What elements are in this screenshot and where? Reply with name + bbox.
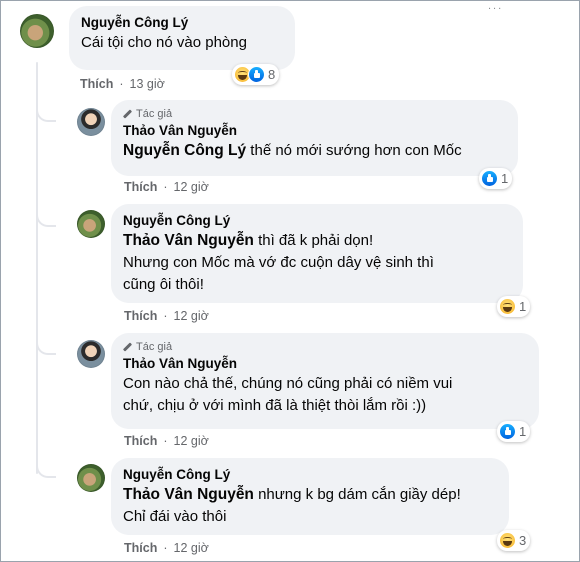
mention-link[interactable]: Nguyễn Công Lý <box>123 142 246 159</box>
like-icon <box>248 66 265 83</box>
author-name[interactable]: Nguyễn Công Lý <box>81 14 283 32</box>
comment-text-line: Nhưng con Mốc mà vớ đc cuộn dây vệ sinh … <box>123 254 434 271</box>
comment-bubble: Tác giả Thảo Vân Nguyễn Con nào chả thế,… <box>111 333 539 429</box>
reaction-count: 1 <box>501 171 509 186</box>
author-badge: Tác giả <box>123 341 527 353</box>
separator: · <box>163 309 168 323</box>
pen-icon <box>123 110 132 119</box>
like-button[interactable]: Thích <box>124 180 157 194</box>
separator: · <box>163 434 168 448</box>
like-icon <box>481 170 498 187</box>
avatar[interactable] <box>77 464 105 492</box>
reaction-summary[interactable]: 1 <box>497 296 531 317</box>
author-name[interactable]: Thảo Vân Nguyễn <box>123 355 527 373</box>
like-icon <box>499 423 516 440</box>
pen-icon <box>123 343 132 352</box>
timestamp[interactable]: 12 giờ <box>174 541 209 555</box>
comment-text-body: thì đã k phải dọn! <box>253 232 374 249</box>
author-name[interactable]: Nguyễn Công Lý <box>123 466 497 484</box>
author-badge-label: Tác giả <box>136 108 173 120</box>
avatar[interactable] <box>20 14 54 48</box>
reaction-summary[interactable]: 8 <box>232 64 280 85</box>
comment-bubble: Nguyễn Công Lý Thảo Vân Nguyễn nhưng k b… <box>111 458 509 535</box>
reaction-summary[interactable]: 1 <box>479 168 513 189</box>
timestamp[interactable]: 13 giờ <box>130 77 165 91</box>
comment-text: Thảo Vân Nguyễn thì đã k phải dọn! <box>123 230 511 252</box>
comment-actions: Thích · 12 giờ <box>124 434 209 448</box>
timestamp[interactable]: 12 giờ <box>174 180 209 194</box>
comment-actions: Thích · 12 giờ <box>124 541 209 555</box>
comment-actions: Thích · 12 giờ <box>124 309 209 323</box>
reaction-count: 3 <box>519 533 527 548</box>
reaction-summary[interactable]: 1 <box>497 421 531 442</box>
comment-text: Nguyễn Công Lý thế nó mới sướng hơn con … <box>123 140 506 162</box>
author-badge: Tác giả <box>123 108 506 120</box>
timestamp[interactable]: 12 giờ <box>174 309 209 323</box>
timestamp[interactable]: 12 giờ <box>174 434 209 448</box>
comment-text: Thảo Vân Nguyễn nhưng k bg dám cắn giầy … <box>123 484 497 506</box>
author-name[interactable]: Thảo Vân Nguyễn <box>123 122 506 140</box>
comment-text-line: chứ, chịu ở với mình đã là thiệt thòi lắ… <box>123 397 427 414</box>
avatar[interactable] <box>77 108 105 136</box>
comment-bubble: Tác giả Thảo Vân Nguyễn Nguyễn Công Lý t… <box>111 100 518 176</box>
comment-text-line: cũng ôi thôi! <box>123 276 204 293</box>
reaction-count: 1 <box>519 424 527 439</box>
haha-icon <box>499 298 516 315</box>
mention-link[interactable]: Thảo Vân Nguyễn <box>123 232 254 249</box>
comment-actions: Thích · 12 giờ <box>124 180 209 194</box>
reaction-count: 8 <box>268 67 276 82</box>
top-truncated-mark: ... <box>488 0 504 12</box>
haha-icon <box>499 532 516 549</box>
like-button[interactable]: Thích <box>124 434 157 448</box>
comment-text: Con nào chả thế, chúng nó cũng phải có n… <box>123 375 453 392</box>
reaction-count: 1 <box>519 299 527 314</box>
comment-text-body: thế nó mới sướng hơn con Mốc <box>246 142 462 159</box>
separator: · <box>119 77 124 91</box>
mention-link[interactable]: Thảo Vân Nguyễn <box>123 486 254 503</box>
comment-text-body: nhưng k bg dám cắn giầy dép! <box>253 486 461 503</box>
thread-rail <box>36 62 38 474</box>
comment-bubble: Nguyễn Công Lý Thảo Vân Nguyễn thì đã k … <box>111 204 523 303</box>
author-name[interactable]: Nguyễn Công Lý <box>123 212 511 230</box>
avatar[interactable] <box>77 210 105 238</box>
author-badge-label: Tác giả <box>136 341 173 353</box>
comment-text: Cái tội cho nó vào phòng <box>81 34 247 51</box>
comment-bubble: Nguyễn Công Lý Cái tội cho nó vào phòng <box>69 6 295 70</box>
separator: · <box>163 180 168 194</box>
reaction-summary[interactable]: 3 <box>497 530 531 551</box>
avatar[interactable] <box>77 340 105 368</box>
like-button[interactable]: Thích <box>80 77 113 91</box>
comment-text-line: Chỉ đái vào thôi <box>123 508 227 525</box>
like-button[interactable]: Thích <box>124 541 157 555</box>
separator: · <box>163 541 168 555</box>
like-button[interactable]: Thích <box>124 309 157 323</box>
comment-actions: Thích · 13 giờ <box>80 77 165 91</box>
